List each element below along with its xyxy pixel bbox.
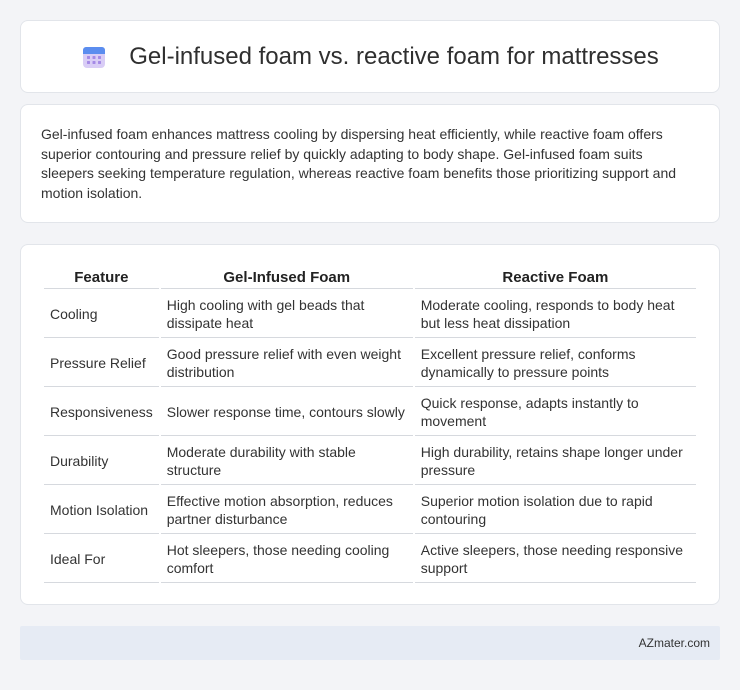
table-row: Responsiveness Slower response time, con… — [44, 387, 696, 436]
gel-cell: Good pressure relief with even weight di… — [160, 338, 413, 387]
gel-cell: Moderate durability with stable structur… — [160, 436, 413, 485]
summary-card: Gel-infused foam enhances mattress cooli… — [20, 104, 720, 223]
feature-cell: Ideal For — [44, 534, 159, 583]
gel-cell: High cooling with gel beads that dissipa… — [160, 289, 413, 338]
footer-brand: AZmater.com — [638, 636, 710, 650]
gel-cell: Slower response time, contours slowly — [160, 387, 413, 436]
feature-cell: Responsiveness — [44, 387, 159, 436]
title-card: Gel-infused foam vs. reactive foam for m… — [20, 20, 720, 93]
calendar-icon — [83, 46, 106, 68]
table-row: Motion Isolation Effective motion absorp… — [44, 485, 696, 534]
table-row: Durability Moderate durability with stab… — [44, 436, 696, 485]
reactive-cell: Superior motion isolation due to rapid c… — [414, 485, 696, 534]
table-row: Pressure Relief Good pressure relief wit… — [44, 338, 696, 387]
reactive-cell: Moderate cooling, responds to body heat … — [414, 289, 696, 338]
reactive-cell: Active sleepers, those needing responsiv… — [414, 534, 696, 583]
column-header-gel-infused-foam: Gel-Infused Foam — [160, 265, 413, 289]
footer-bar: AZmater.com — [20, 626, 720, 660]
table-row: Cooling High cooling with gel beads that… — [44, 289, 696, 338]
reactive-cell: High durability, retains shape longer un… — [414, 436, 696, 485]
column-header-feature: Feature — [44, 265, 159, 289]
reactive-cell: Excellent pressure relief, conforms dyna… — [414, 338, 696, 387]
column-header-reactive-foam: Reactive Foam — [414, 265, 696, 289]
summary-text: Gel-infused foam enhances mattress cooli… — [41, 126, 677, 201]
comparison-table-card: Feature Gel-Infused Foam Reactive Foam C… — [20, 244, 720, 605]
reactive-cell: Quick response, adapts instantly to move… — [414, 387, 696, 436]
feature-cell: Pressure Relief — [44, 338, 159, 387]
feature-cell: Motion Isolation — [44, 485, 159, 534]
table-header-row: Feature Gel-Infused Foam Reactive Foam — [44, 265, 696, 289]
gel-cell: Effective motion absorption, reduces par… — [160, 485, 413, 534]
feature-cell: Durability — [44, 436, 159, 485]
page-title: Gel-infused foam vs. reactive foam for m… — [129, 42, 659, 70]
gel-cell: Hot sleepers, those needing cooling comf… — [160, 534, 413, 583]
feature-cell: Cooling — [44, 289, 159, 338]
table-row: Ideal For Hot sleepers, those needing co… — [44, 534, 696, 583]
comparison-table: Feature Gel-Infused Foam Reactive Foam C… — [42, 265, 698, 583]
